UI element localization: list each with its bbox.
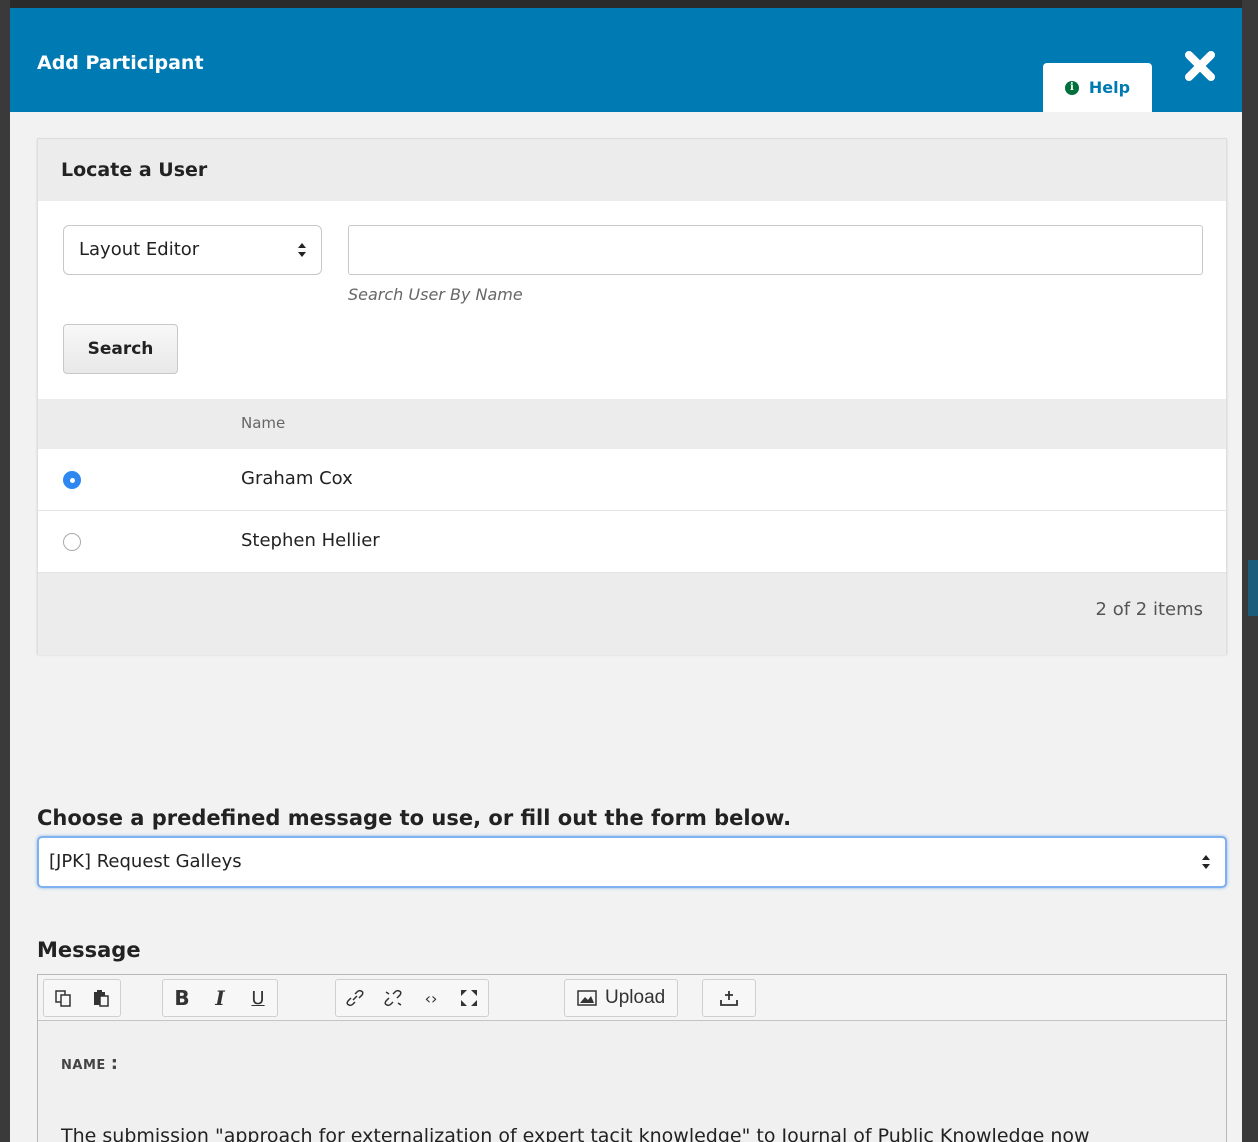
user-name: Stephen Hellier [241, 530, 380, 551]
user-radio[interactable] [63, 533, 81, 551]
help-tab[interactable]: i Help [1043, 63, 1152, 112]
bold-icon: B [174, 986, 190, 1010]
insert-icon [720, 991, 738, 1006]
name-token-label: NAME [61, 1058, 106, 1073]
help-label: Help [1088, 78, 1131, 97]
upload-group: Upload [564, 979, 679, 1017]
background-page-left [0, 0, 10, 1142]
user-name: Graham Cox [241, 468, 353, 489]
search-user-input[interactable] [348, 225, 1203, 275]
message-editor[interactable]: B I U ‹› Upload NAME: The submission "a… [37, 974, 1227, 1142]
modal-body: Locate a User Layout Editor Search User … [10, 112, 1242, 1142]
fullscreen-button[interactable] [450, 980, 488, 1016]
code-icon: ‹› [424, 988, 438, 1008]
image-icon [577, 990, 597, 1006]
close-icon [1185, 51, 1215, 81]
role-select-value: Layout Editor [79, 239, 200, 260]
column-name: Name [241, 414, 286, 432]
italic-icon: I [215, 986, 225, 1010]
table-footer: 2 of 2 items [38, 573, 1226, 655]
bold-button[interactable]: B [163, 980, 201, 1016]
table-header: Name [38, 399, 1226, 449]
fullscreen-icon [461, 990, 477, 1006]
predefined-message-select[interactable]: [JPK] Request Galleys [37, 836, 1227, 888]
items-count: 2 of 2 items [1095, 599, 1203, 620]
link-button[interactable] [336, 980, 374, 1016]
insert-group: ‹› [335, 979, 489, 1017]
select-arrows-icon [298, 243, 306, 257]
background-accent [1248, 560, 1258, 616]
add-participant-modal: Add Participant i Help Locate a User Lay… [10, 8, 1242, 1142]
user-radio-selected[interactable] [63, 471, 81, 489]
close-button[interactable] [1182, 48, 1218, 84]
name-token: NAME : [61, 1053, 119, 1074]
predefined-message-value: [JPK] Request Galleys [49, 851, 242, 872]
search-hint: Search User By Name [348, 285, 523, 304]
attach-group [702, 979, 756, 1017]
locate-header: Locate a User [38, 139, 1226, 201]
unlink-button[interactable] [374, 980, 412, 1016]
copy-icon [55, 990, 71, 1007]
copy-button[interactable] [44, 980, 82, 1016]
locate-user-panel: Locate a User Layout Editor Search User … [37, 138, 1227, 655]
upload-button[interactable]: Upload [565, 980, 677, 1016]
modal-header: Add Participant i Help [10, 8, 1242, 112]
info-icon: i [1064, 80, 1079, 95]
paste-icon [94, 990, 109, 1007]
locate-title: Locate a User [61, 159, 208, 181]
modal-title: Add Participant [37, 52, 204, 74]
search-button[interactable]: Search [63, 324, 178, 374]
editor-content[interactable]: NAME : The submission "approach for exte… [38, 1021, 1226, 1142]
underline-icon: U [251, 987, 265, 1009]
upload-label: Upload [605, 987, 666, 1008]
table-row[interactable]: Graham Cox [38, 449, 1226, 511]
message-body-text: The submission "approach for externaliza… [61, 1125, 1090, 1142]
clipboard-group [43, 979, 121, 1017]
name-token-colon: : [110, 1053, 119, 1074]
italic-button[interactable]: I [201, 980, 239, 1016]
insert-button[interactable] [703, 980, 755, 1016]
editor-toolbar: B I U ‹› Upload [38, 975, 1226, 1021]
select-arrows-icon [1202, 855, 1210, 869]
format-group: B I U [162, 979, 278, 1017]
table-row[interactable]: Stephen Hellier [38, 511, 1226, 573]
link-icon [346, 989, 364, 1007]
role-select[interactable]: Layout Editor [63, 225, 322, 275]
predefined-message-label: Choose a predefined message to use, or f… [37, 806, 792, 830]
underline-button[interactable]: U [239, 980, 277, 1016]
unlink-icon [384, 989, 402, 1007]
paste-button[interactable] [82, 980, 120, 1016]
code-button[interactable]: ‹› [412, 980, 450, 1016]
message-label: Message [37, 938, 141, 962]
